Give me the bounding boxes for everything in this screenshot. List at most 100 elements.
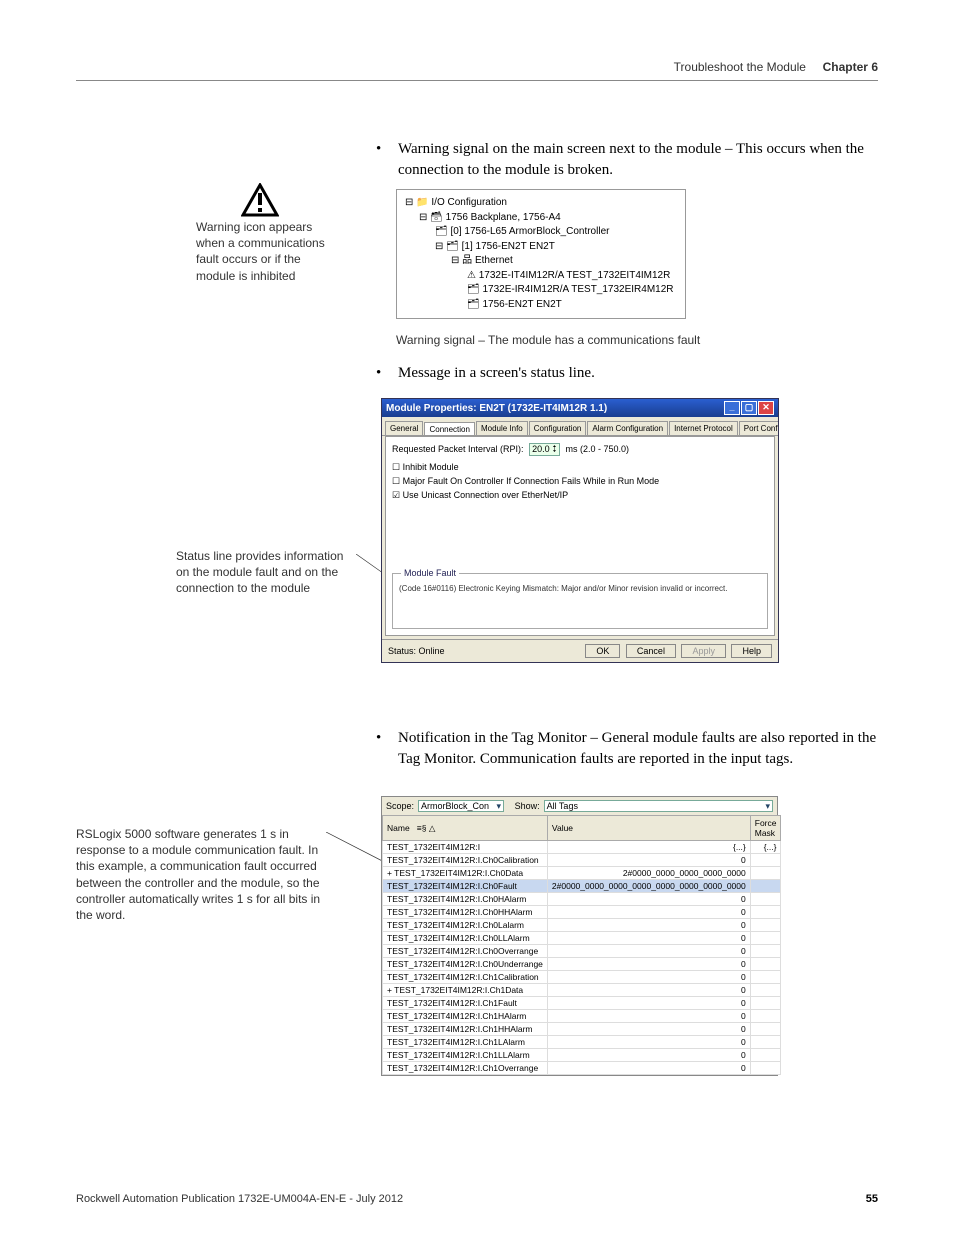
tag-force-cell: [750, 893, 781, 906]
table-row[interactable]: TEST_1732EIT4IM12R:I.Ch1HAlarm0: [383, 1010, 781, 1023]
header-chapter: Chapter 6: [823, 60, 878, 74]
tree-en2t[interactable]: ⊟ 🗂 [1] 1756-EN2T EN2T: [435, 240, 681, 255]
io-config-tree: ⊟ 📁 I/O Configuration ⊟ 🗃 1756 Backplane…: [396, 189, 686, 319]
col-value[interactable]: Value: [547, 816, 750, 841]
tag-force-cell: [750, 958, 781, 971]
header-title: Troubleshoot the Module: [674, 60, 806, 74]
table-row[interactable]: TEST_1732EIT4IM12R:I.Ch0Fault2#0000_0000…: [383, 880, 781, 893]
tag-value-cell: 0: [547, 1023, 750, 1036]
tab-alarm-config[interactable]: Alarm Configuration: [587, 421, 668, 435]
tag-force-cell: {...}: [750, 841, 781, 854]
table-row[interactable]: TEST_1732EIT4IM12R:I.Ch1HHAlarm0: [383, 1023, 781, 1036]
col-force[interactable]: Force Mask: [750, 816, 781, 841]
tag-value-cell: 0: [547, 971, 750, 984]
table-row[interactable]: TEST_1732EIT4IM12R:I.Ch0LLAlarm0: [383, 932, 781, 945]
show-select[interactable]: All Tags: [544, 800, 773, 812]
table-row[interactable]: TEST_1732EIT4IM12R:I{...}{...}: [383, 841, 781, 854]
tree-ethernet[interactable]: ⊟ 品 Ethernet: [451, 254, 681, 269]
window-buttons: _▢✕: [723, 401, 774, 415]
table-row[interactable]: TEST_1732EIT4IM12R:I.Ch0Underrange0: [383, 958, 781, 971]
tag-value-cell: 0: [547, 945, 750, 958]
callout-warning-icon: Warning icon appears when a communicatio…: [196, 219, 336, 284]
table-row[interactable]: TEST_1732EIT4IM12R:I.Ch1LLAlarm0: [383, 1049, 781, 1062]
chk-inhibit[interactable]: ☐ Inhibit Module: [392, 462, 768, 473]
tag-name-cell: TEST_1732EIT4IM12R:I: [383, 841, 548, 854]
table-row[interactable]: TEST_1732EIT4IM12R:I.Ch1Fault0: [383, 997, 781, 1010]
scope-select[interactable]: ArmorBlock_Con: [418, 800, 504, 812]
tab-connection[interactable]: Connection: [424, 422, 474, 436]
module-fault-message: (Code 16#0116) Electronic Keying Mismatc…: [399, 584, 761, 593]
tree-module-3[interactable]: 🗂 1756-EN2T EN2T: [467, 298, 681, 313]
tab-general[interactable]: General: [385, 421, 423, 435]
scope-label: Scope:: [386, 801, 414, 811]
tag-name-cell: TEST_1732EIT4IM12R:I.Ch1HHAlarm: [383, 1023, 548, 1036]
tag-force-cell: [750, 1049, 781, 1062]
bullet-2: • Message in a screen's status line.: [376, 363, 878, 384]
module-properties-dialog: Module Properties: EN2T (1732E-IT4IM12R …: [381, 398, 779, 663]
table-row[interactable]: TEST_1732EIT4IM12R:I.Ch0Lalarm0: [383, 919, 781, 932]
publication: Rockwell Automation Publication 1732E-UM…: [76, 1193, 403, 1205]
tab-internet-protocol[interactable]: Internet Protocol: [669, 421, 738, 435]
tab-configuration[interactable]: Configuration: [529, 421, 587, 435]
dialog-status-bar: Status: Online OK Cancel Apply Help: [382, 639, 778, 662]
tree-backplane[interactable]: ⊟ 🗃 1756 Backplane, 1756-A4: [419, 211, 681, 226]
chk-major-fault[interactable]: ☐ Major Fault On Controller If Connectio…: [392, 476, 768, 487]
tree-controller[interactable]: 🗂 [0] 1756-L65 ArmorBlock_Controller: [435, 225, 681, 240]
rpi-label: Requested Packet Interval (RPI):: [392, 444, 524, 454]
tag-force-cell: [750, 906, 781, 919]
tag-name-cell: TEST_1732EIT4IM12R:I.Ch0Underrange: [383, 958, 548, 971]
tag-value-cell: 2#0000_0000_0000_0000_0000_0000_0000_000…: [547, 880, 750, 893]
table-row[interactable]: + TEST_1732EIT4IM12R:I.Ch0Data2#0000_000…: [383, 867, 781, 880]
page-footer: Rockwell Automation Publication 1732E-UM…: [76, 1193, 878, 1205]
tree-module-1[interactable]: ⚠ 1732E-IT4IM12R/A TEST_1732EIT4IM12R: [467, 269, 681, 284]
chk-unicast[interactable]: ☑ Use Unicast Connection over EtherNet/I…: [392, 490, 768, 501]
minimize-icon[interactable]: _: [724, 401, 740, 415]
tag-value-cell: {...}: [547, 841, 750, 854]
bullet-dot: •: [376, 139, 398, 181]
table-row[interactable]: TEST_1732EIT4IM12R:I.Ch0Calibration0: [383, 854, 781, 867]
page-number: 55: [866, 1193, 878, 1205]
table-row[interactable]: TEST_1732EIT4IM12R:I.Ch1Calibration0: [383, 971, 781, 984]
apply-button[interactable]: Apply: [681, 644, 726, 658]
tab-module-info[interactable]: Module Info: [476, 421, 528, 435]
tag-name-cell: TEST_1732EIT4IM12R:I.Ch0HAlarm: [383, 893, 548, 906]
rpi-row: Requested Packet Interval (RPI): 20.0 ⭥ …: [392, 443, 768, 456]
ok-button[interactable]: OK: [585, 644, 620, 658]
close-icon[interactable]: ✕: [758, 401, 774, 415]
tag-value-cell: 2#0000_0000_0000_0000_0000: [547, 867, 750, 880]
bullet-dot: •: [376, 363, 398, 384]
dialog-titlebar[interactable]: Module Properties: EN2T (1732E-IT4IM12R …: [382, 399, 778, 417]
rpi-range: ms (2.0 - 750.0): [566, 444, 630, 454]
module-fault-legend: Module Fault: [401, 568, 459, 578]
tag-value-cell: 0: [547, 997, 750, 1010]
bullet-dot: •: [376, 728, 398, 770]
show-label: Show:: [515, 801, 540, 811]
rpi-input[interactable]: 20.0 ⭥: [529, 443, 560, 456]
maximize-icon[interactable]: ▢: [741, 401, 757, 415]
status-text: Status: Online: [388, 646, 445, 656]
tree-root[interactable]: ⊟ 📁 I/O Configuration: [405, 196, 681, 211]
tag-name-cell: + TEST_1732EIT4IM12R:I.Ch0Data: [383, 867, 548, 880]
table-row[interactable]: + TEST_1732EIT4IM12R:I.Ch1Data0: [383, 984, 781, 997]
tag-name-cell: TEST_1732EIT4IM12R:I.Ch0HHAlarm: [383, 906, 548, 919]
table-row[interactable]: TEST_1732EIT4IM12R:I.Ch0HHAlarm0: [383, 906, 781, 919]
col-name[interactable]: Name ≡§ △: [383, 816, 548, 841]
table-row[interactable]: TEST_1732EIT4IM12R:I.Ch0Overrange0: [383, 945, 781, 958]
figure-dialog: Status line provides information on the …: [176, 398, 878, 728]
tree-module-2[interactable]: 🗂 1732E-IR4IM12R/A TEST_1732EIR4M12R: [467, 283, 681, 298]
cancel-button[interactable]: Cancel: [626, 644, 676, 658]
table-row[interactable]: TEST_1732EIT4IM12R:I.Ch0HAlarm0: [383, 893, 781, 906]
tagmon-toolbar: Scope: ArmorBlock_Con Show: All Tags: [382, 797, 777, 815]
table-row[interactable]: TEST_1732EIT4IM12R:I.Ch1Overrange0: [383, 1062, 781, 1075]
tab-port-config[interactable]: Port Configuration: [739, 421, 778, 435]
tag-value-cell: 0: [547, 1010, 750, 1023]
callout-rslogix: RSLogix 5000 software generates 1 s in r…: [76, 826, 326, 923]
tag-value-cell: 0: [547, 906, 750, 919]
tag-value-cell: 0: [547, 1062, 750, 1075]
table-row[interactable]: TEST_1732EIT4IM12R:I.Ch1LAlarm0: [383, 1036, 781, 1049]
tag-force-cell: [750, 1023, 781, 1036]
tag-name-cell: TEST_1732EIT4IM12R:I.Ch1LLAlarm: [383, 1049, 548, 1062]
help-button[interactable]: Help: [731, 644, 772, 658]
tag-value-cell: 0: [547, 854, 750, 867]
dialog-title: Module Properties: EN2T (1732E-IT4IM12R …: [386, 403, 607, 414]
